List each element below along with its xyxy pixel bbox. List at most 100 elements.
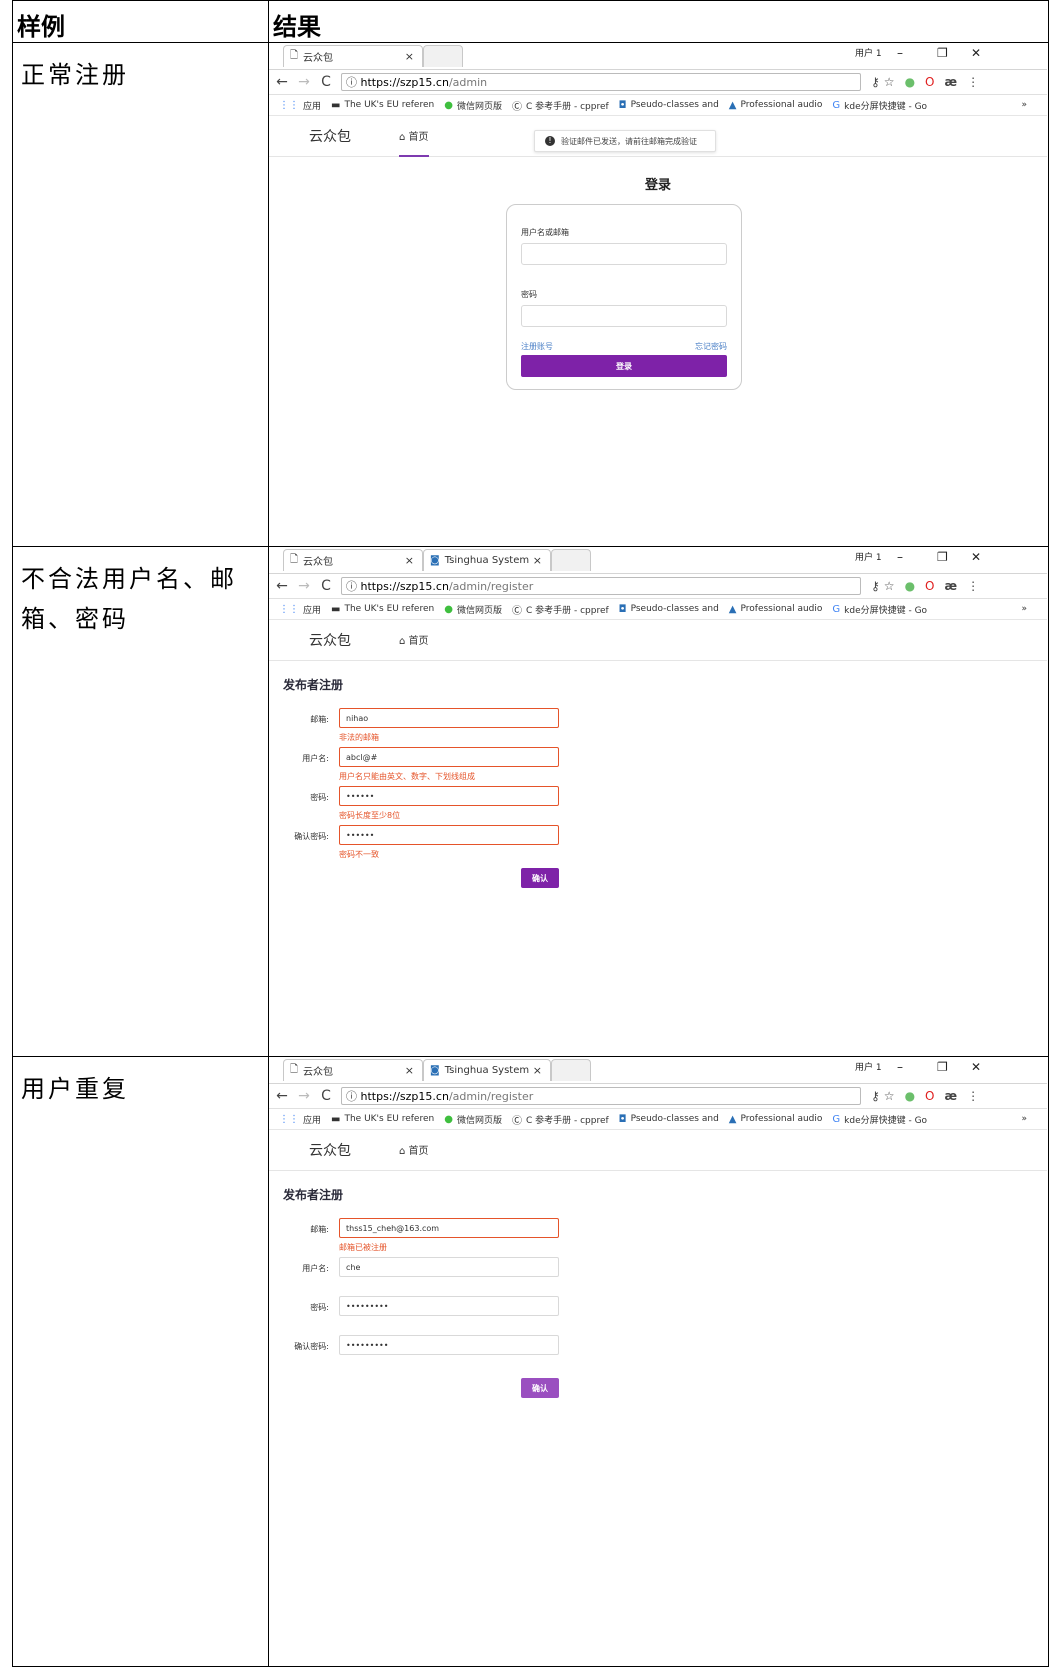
reload-icon[interactable]: C [317, 74, 335, 90]
bookmark-item[interactable]: Ⓒ C 参考手册 - cppref [512, 602, 609, 617]
username-input[interactable]: che [339, 1257, 559, 1277]
restore-icon[interactable]: ❐ [937, 550, 948, 564]
back-icon[interactable]: ← [273, 1088, 291, 1104]
ae-icon[interactable]: æ [945, 1089, 958, 1103]
key-icon[interactable]: ⚷ [871, 579, 880, 593]
close-window-icon[interactable]: ✕ [971, 1060, 981, 1074]
bookmark-apps[interactable]: ⋮⋮ 应用 [279, 1113, 321, 1126]
extension-icon[interactable]: ● [905, 75, 915, 89]
bookmark-item[interactable]: ● 微信网页版 [444, 1113, 502, 1126]
close-icon[interactable]: × [405, 1064, 414, 1077]
new-tab-button[interactable] [551, 549, 591, 571]
extension-icon[interactable]: ● [905, 579, 915, 593]
bookmark-item[interactable]: Ⓒ C 参考手册 - cppref [512, 98, 609, 113]
forward-icon[interactable]: → [295, 578, 313, 594]
forward-icon[interactable]: → [295, 1088, 313, 1104]
bookmark-item[interactable]: ▬ The UK's EU referen [331, 100, 434, 111]
bookmark-item[interactable]: ◘ Pseudo-classes and [619, 604, 719, 615]
confirm-button[interactable]: 确认 [521, 1378, 559, 1398]
more-bookmarks[interactable]: » [1021, 604, 1027, 614]
bookmark-apps[interactable]: ⋮⋮ 应用 [279, 603, 321, 616]
ae-icon[interactable]: æ [945, 579, 958, 593]
menu-icon[interactable]: ⋮ [967, 75, 979, 89]
brand[interactable]: 云众包 [309, 630, 351, 650]
password-input[interactable] [521, 305, 727, 327]
new-tab-button[interactable] [423, 45, 463, 67]
confirm-button[interactable]: 确认 [521, 868, 559, 888]
more-bookmarks[interactable]: » [1021, 1114, 1027, 1124]
bookmark-item[interactable]: Gkde分屏快捷键 - Go [832, 99, 927, 112]
login-button[interactable]: 登录 [521, 355, 727, 377]
nav-home[interactable]: ⌂ 首页 [399, 632, 429, 647]
window-user[interactable]: 用户 1 [855, 550, 882, 563]
password-input[interactable]: •••••• [339, 786, 559, 806]
bookmark-item[interactable]: ▬ The UK's EU referen [331, 604, 434, 615]
bookmark-item[interactable]: ▲ Professional audio [729, 604, 823, 615]
key-icon[interactable]: ⚷ [871, 1089, 880, 1103]
key-icon[interactable]: ⚷ [871, 75, 880, 89]
menu-icon[interactable]: ⋮ [967, 1089, 979, 1103]
bookmark-item[interactable]: ● 微信网页版 [444, 99, 502, 112]
bookmark-item[interactable]: ▲ Professional audio [729, 1114, 823, 1125]
bookmark-item[interactable]: ▲ Professional audio [729, 100, 823, 111]
browser-tab[interactable]: ◙ Tsinghua System × [423, 549, 551, 571]
opera-icon[interactable]: O [925, 1089, 934, 1103]
confirm-password-input[interactable]: ••••••••• [339, 1335, 559, 1355]
browser-tab[interactable]: 🗋 云众包 × [283, 549, 423, 571]
extension-icon[interactable]: ● [905, 1089, 915, 1103]
new-tab-button[interactable] [551, 1059, 591, 1081]
close-icon[interactable]: × [405, 50, 414, 63]
password-input[interactable]: ••••••••• [339, 1296, 559, 1316]
url-input[interactable]: ⓘ https://szp15.cn/admin/register [341, 1087, 861, 1105]
menu-icon[interactable]: ⋮ [967, 579, 979, 593]
bookmark-item[interactable]: ● 微信网页版 [444, 603, 502, 616]
ae-icon[interactable]: æ [945, 75, 958, 89]
opera-icon[interactable]: O [925, 579, 934, 593]
bookmark-item[interactable]: ◘ Pseudo-classes and [619, 100, 719, 111]
star-icon[interactable]: ☆ [884, 579, 895, 593]
bookmark-item[interactable]: ▬ The UK's EU referen [331, 1114, 434, 1125]
reload-icon[interactable]: C [317, 1088, 335, 1104]
close-window-icon[interactable]: ✕ [971, 46, 981, 60]
forgot-password-link[interactable]: 忘记密码 [695, 341, 727, 352]
back-icon[interactable]: ← [273, 578, 291, 594]
star-icon[interactable]: ☆ [884, 75, 895, 89]
browser-tab[interactable]: 🗋 云众包 × [283, 1059, 423, 1081]
forward-icon[interactable]: → [295, 74, 313, 90]
bookmark-item[interactable]: Gkde分屏快捷键 - Go [832, 1113, 927, 1126]
nav-home[interactable]: ⌂ 首页 [399, 128, 429, 157]
minimize-icon[interactable]: – [897, 550, 903, 564]
minimize-icon[interactable]: – [897, 1060, 903, 1074]
brand[interactable]: 云众包 [309, 126, 351, 146]
brand[interactable]: 云众包 [309, 1140, 351, 1160]
opera-icon[interactable]: O [925, 75, 934, 89]
browser-tab[interactable]: ◙ Tsinghua System × [423, 1059, 551, 1081]
bookmark-item[interactable]: Gkde分屏快捷键 - Go [832, 603, 927, 616]
url-input[interactable]: ⓘ https://szp15.cn/admin [341, 73, 861, 91]
back-icon[interactable]: ← [273, 74, 291, 90]
restore-icon[interactable]: ❐ [937, 46, 948, 60]
restore-icon[interactable]: ❐ [937, 1060, 948, 1074]
register-link[interactable]: 注册账号 [521, 341, 553, 352]
user-input[interactable] [521, 243, 727, 265]
email-input[interactable]: thss15_cheh@163.com [339, 1218, 559, 1238]
browser-tab[interactable]: 🗋 云众包 × [283, 45, 423, 67]
minimize-icon[interactable]: – [897, 46, 903, 60]
bookmark-item[interactable]: Ⓒ C 参考手册 - cppref [512, 1112, 609, 1127]
more-bookmarks[interactable]: » [1021, 100, 1027, 110]
close-window-icon[interactable]: ✕ [971, 550, 981, 564]
confirm-password-input[interactable]: •••••• [339, 825, 559, 845]
reload-icon[interactable]: C [317, 578, 335, 594]
close-icon[interactable]: × [533, 554, 542, 567]
username-input[interactable]: abcl@# [339, 747, 559, 767]
bookmark-apps[interactable]: ⋮⋮ 应用 [279, 99, 321, 112]
url-input[interactable]: ⓘ https://szp15.cn/admin/register [341, 577, 861, 595]
email-input[interactable]: nihao [339, 708, 559, 728]
star-icon[interactable]: ☆ [884, 1089, 895, 1103]
window-user[interactable]: 用户 1 [855, 1060, 882, 1073]
bookmark-item[interactable]: ◘ Pseudo-classes and [619, 1114, 719, 1125]
close-icon[interactable]: × [533, 1064, 542, 1077]
nav-home[interactable]: ⌂ 首页 [399, 1142, 429, 1157]
window-user[interactable]: 用户 1 [855, 46, 882, 59]
close-icon[interactable]: × [405, 554, 414, 567]
